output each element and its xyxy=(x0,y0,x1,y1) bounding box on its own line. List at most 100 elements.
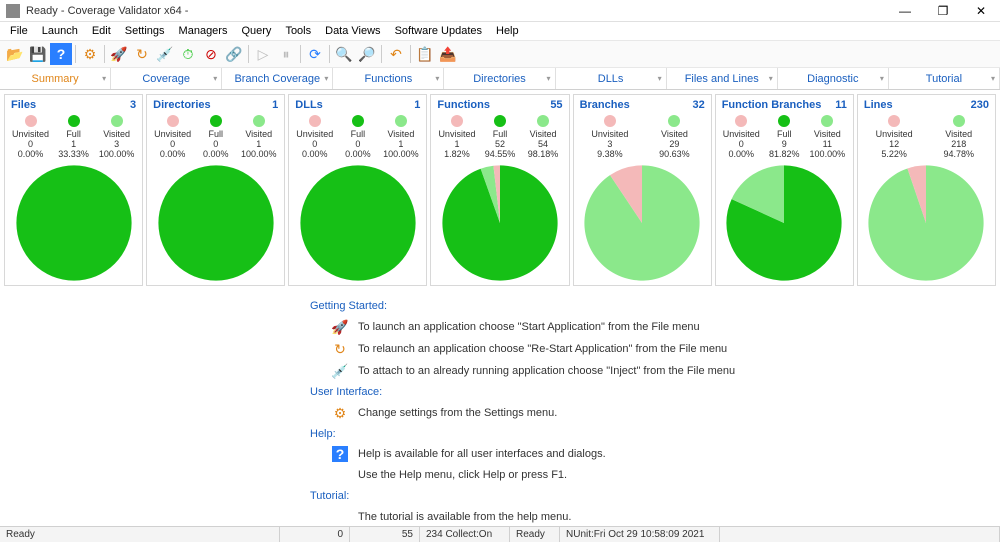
help-heading: Help: xyxy=(310,428,992,440)
panel-total: 55 xyxy=(550,99,562,111)
dot-icon xyxy=(821,115,833,127)
menubar: FileLaunchEditSettingsManagersQueryTools… xyxy=(0,22,1000,40)
toolbar: 📂 💾 ? ⚙ 🚀 ↻ 💉 ⏱ ⊘ 🔗 ▷ ⏸ ⟳ 🔍 🔎 ↶ 📋 📤 xyxy=(0,40,1000,68)
dot-icon xyxy=(167,115,179,127)
panel-total: 230 xyxy=(971,99,989,111)
tab-dropdown-icon[interactable]: ▾ xyxy=(324,74,328,83)
tab-diagnostic[interactable]: Diagnostic▾ xyxy=(778,68,889,89)
menu-settings[interactable]: Settings xyxy=(119,24,171,38)
save-button[interactable]: 💾 xyxy=(27,43,49,65)
tab-dropdown-icon[interactable]: ▾ xyxy=(435,74,439,83)
dot-icon xyxy=(451,115,463,127)
menu-help[interactable]: Help xyxy=(490,24,525,38)
open-button[interactable]: 📂 xyxy=(4,43,26,65)
launch-button[interactable]: 🚀 xyxy=(108,43,130,65)
tab-branch-coverage[interactable]: Branch Coverage▾ xyxy=(222,68,333,89)
pie-chart xyxy=(14,163,134,283)
stat-full: Full5294.55% xyxy=(478,115,521,159)
panel-directories: Directories1Unvisited00.00%Full00.00%Vis… xyxy=(146,94,285,286)
wait-button[interactable]: ⏱ xyxy=(177,43,199,65)
rocket-icon: 🚀 xyxy=(332,318,348,336)
status-n2: 55 xyxy=(350,527,420,542)
dot-icon xyxy=(537,115,549,127)
tab-dlls[interactable]: DLLs▾ xyxy=(556,68,667,89)
play-button[interactable]: ▷ xyxy=(252,43,274,65)
panel-dlls: DLLs1Unvisited00.00%Full00.00%Visited110… xyxy=(288,94,427,286)
menu-managers[interactable]: Managers xyxy=(173,24,234,38)
stop-button[interactable]: ⊘ xyxy=(200,43,222,65)
statusbar: Ready 0 55 234 Collect:On Ready NUnit:Fr… xyxy=(0,526,1000,542)
tab-files-and-lines[interactable]: Files and Lines▾ xyxy=(667,68,778,89)
tab-dropdown-icon[interactable]: ▾ xyxy=(769,74,773,83)
panel-files: Files3Unvisited00.00%Full133.33%Visited3… xyxy=(4,94,143,286)
zoom-out-button[interactable]: 🔎 xyxy=(356,43,378,65)
status-ready: Ready xyxy=(0,527,280,542)
stat-unvisited: Unvisited00.00% xyxy=(720,115,763,159)
stat-unvisited: Unvisited00.00% xyxy=(9,115,52,159)
pie-chart xyxy=(298,163,418,283)
settings-button[interactable]: ⚙ xyxy=(79,43,101,65)
tab-directories[interactable]: Directories▾ xyxy=(444,68,555,89)
panel-lines: Lines230Unvisited125.22%Visited21894.78% xyxy=(857,94,996,286)
dot-icon xyxy=(604,115,616,127)
tab-dropdown-icon[interactable]: ▾ xyxy=(991,74,995,83)
close-button[interactable]: ✕ xyxy=(968,4,994,18)
menu-data-views[interactable]: Data Views xyxy=(319,24,386,38)
inject-icon: 💉 xyxy=(332,362,348,380)
menu-tools[interactable]: Tools xyxy=(279,24,317,38)
tab-dropdown-icon[interactable]: ▾ xyxy=(547,74,551,83)
zoom-in-button[interactable]: 🔍 xyxy=(333,43,355,65)
relaunch-button[interactable]: ↻ xyxy=(131,43,153,65)
tab-tutorial[interactable]: Tutorial▾ xyxy=(889,68,1000,89)
stat-unvisited: Unvisited125.22% xyxy=(862,115,927,159)
menu-query[interactable]: Query xyxy=(235,24,277,38)
stat-full: Full133.33% xyxy=(52,115,95,159)
pie-chart xyxy=(866,163,986,283)
tab-coverage[interactable]: Coverage▾ xyxy=(111,68,222,89)
stat-unvisited: Unvisited00.00% xyxy=(151,115,194,159)
panel-title: Function Branches xyxy=(722,99,822,111)
menu-file[interactable]: File xyxy=(4,24,34,38)
refresh-button[interactable]: ⟳ xyxy=(304,43,326,65)
link-button[interactable]: 🔗 xyxy=(223,43,245,65)
help-button[interactable]: ? xyxy=(50,43,72,65)
panel-title: Files xyxy=(11,99,36,111)
tab-functions[interactable]: Functions▾ xyxy=(333,68,444,89)
report-button[interactable]: 📋 xyxy=(414,43,436,65)
ui-heading: User Interface: xyxy=(310,386,992,398)
tab-dropdown-icon[interactable]: ▾ xyxy=(213,74,217,83)
inject-button[interactable]: 💉 xyxy=(154,43,176,65)
pause-button[interactable]: ⏸ xyxy=(275,43,297,65)
stat-full: Full00.00% xyxy=(336,115,379,159)
panel-branches: Branches32Unvisited39.38%Visited2990.63% xyxy=(573,94,712,286)
tab-dropdown-icon[interactable]: ▾ xyxy=(658,74,662,83)
menu-software-updates[interactable]: Software Updates xyxy=(389,24,488,38)
tutorial-heading: Tutorial: xyxy=(310,490,992,502)
maximize-button[interactable]: ❐ xyxy=(930,4,956,18)
panel-functions: Functions55Unvisited11.82%Full5294.55%Vi… xyxy=(430,94,569,286)
export-button[interactable]: 📤 xyxy=(437,43,459,65)
help-icon: ? xyxy=(332,446,348,462)
tab-dropdown-icon[interactable]: ▾ xyxy=(880,74,884,83)
menu-launch[interactable]: Launch xyxy=(36,24,84,38)
minimize-button[interactable]: — xyxy=(892,4,918,18)
dot-icon xyxy=(735,115,747,127)
menu-edit[interactable]: Edit xyxy=(86,24,117,38)
tab-dropdown-icon[interactable]: ▾ xyxy=(102,74,106,83)
tab-summary[interactable]: Summary▾ xyxy=(0,68,111,89)
relaunch-icon: ↻ xyxy=(332,340,348,358)
app-icon xyxy=(6,4,20,18)
panel-total: 11 xyxy=(835,99,847,111)
titlebar: Ready - Coverage Validator x64 - — ❐ ✕ xyxy=(0,0,1000,22)
dot-icon xyxy=(25,115,37,127)
tut-line1: The tutorial is available from the help … xyxy=(358,511,571,523)
dot-icon xyxy=(778,115,790,127)
stat-visited: Visited21894.78% xyxy=(926,115,991,159)
dot-icon xyxy=(953,115,965,127)
stat-visited: Visited11100.00% xyxy=(806,115,849,159)
summary-panels: Files3Unvisited00.00%Full133.33%Visited3… xyxy=(0,90,1000,286)
reset-button[interactable]: ↶ xyxy=(385,43,407,65)
stat-visited: Visited5498.18% xyxy=(522,115,565,159)
gs-line3: To attach to an already running applicat… xyxy=(358,365,735,377)
panel-title: DLLs xyxy=(295,99,323,111)
